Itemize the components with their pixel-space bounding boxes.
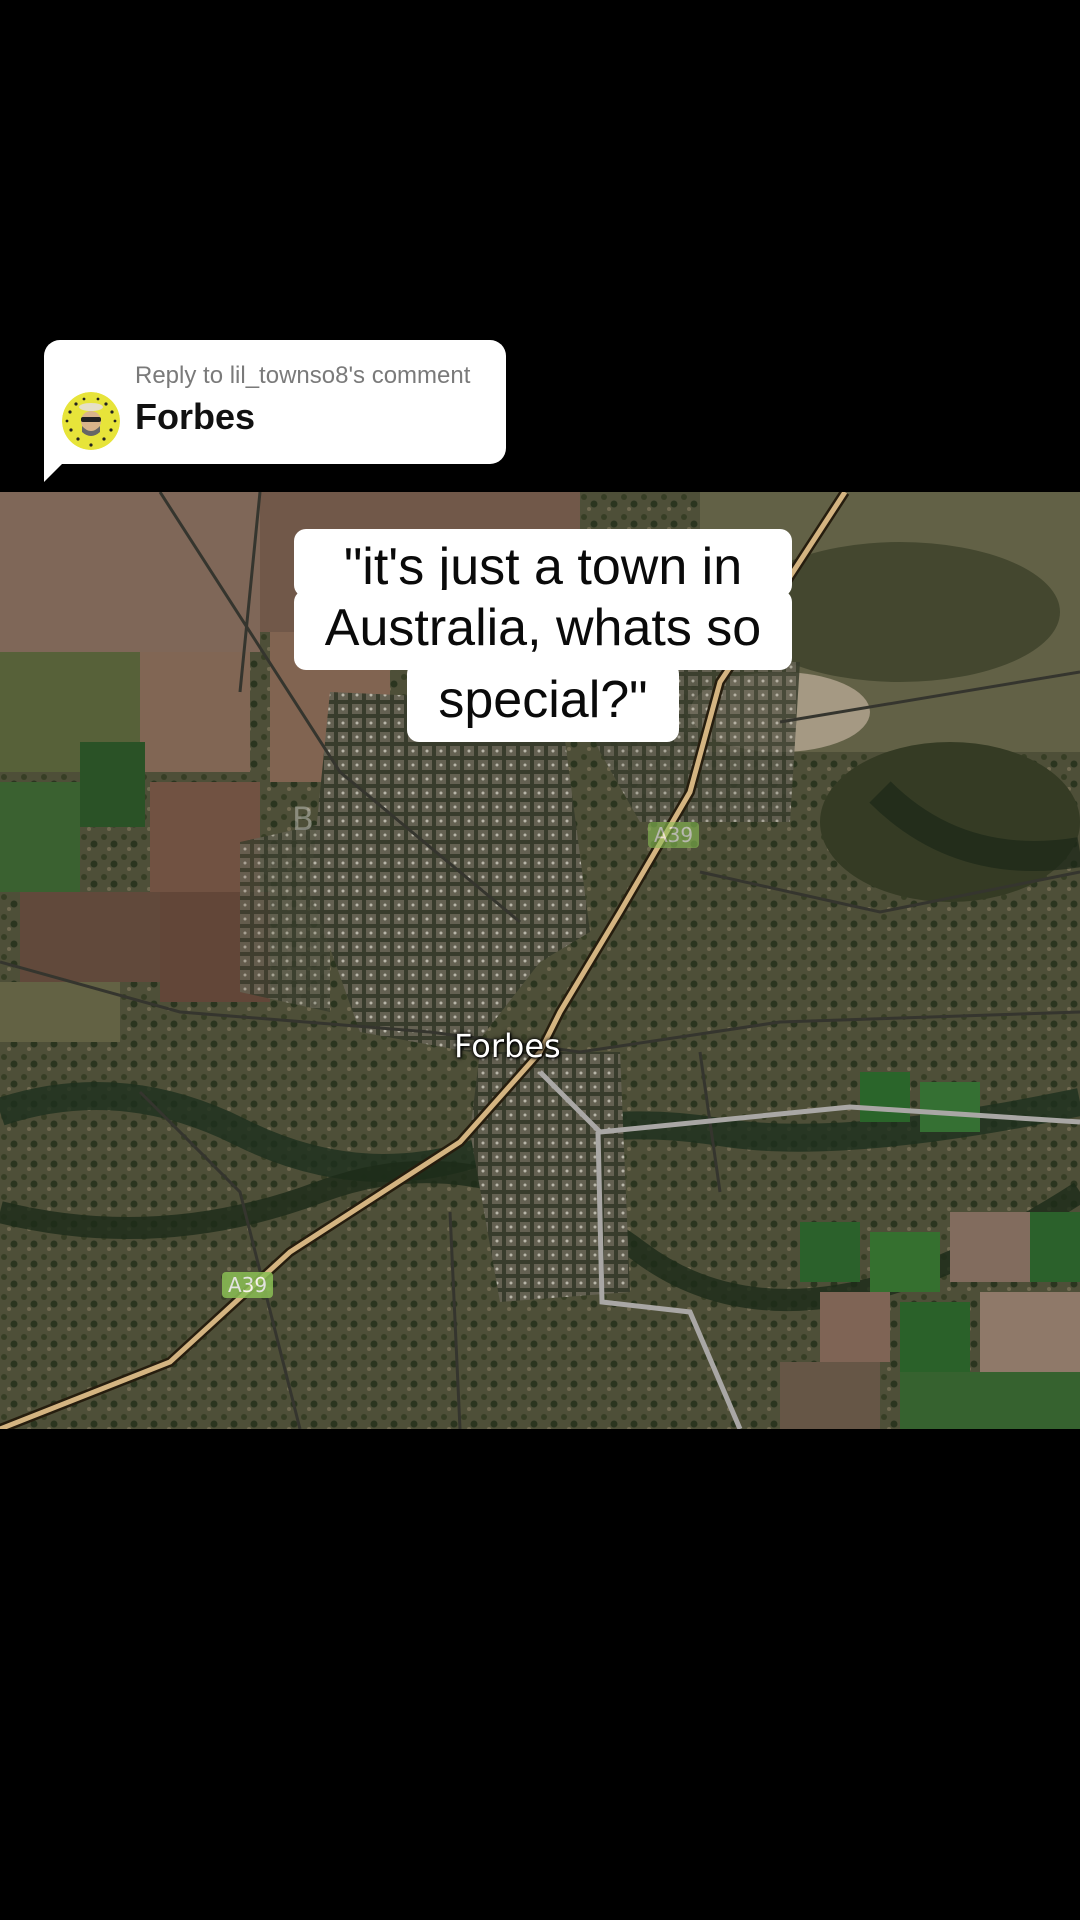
map-town-label: Forbes bbox=[454, 1027, 561, 1065]
reply-bubble-tail bbox=[44, 448, 78, 482]
caption-line-2-text: Australia, whats so bbox=[324, 599, 762, 657]
commenter-avatar bbox=[62, 392, 120, 450]
video-screen: Reply to lil_townso8's comment Forbes B … bbox=[0, 0, 1080, 1920]
road-shield-a39-north: A39 bbox=[648, 822, 700, 848]
caption-line-3-text: special?" bbox=[438, 671, 648, 729]
caption-line-1-text: "it's just a town in bbox=[343, 538, 743, 596]
caption-line-1: "it's just a town in bbox=[294, 529, 792, 597]
faint-map-label: B bbox=[292, 800, 314, 838]
caption-line-3: special?" bbox=[407, 662, 679, 742]
reply-to-label: Reply to lil_townso8's comment bbox=[135, 362, 471, 389]
caption-line-2: Australia, whats so bbox=[294, 590, 792, 670]
road-shield-a39-south: A39 bbox=[222, 1272, 274, 1298]
reply-comment-text: Forbes bbox=[135, 396, 256, 437]
